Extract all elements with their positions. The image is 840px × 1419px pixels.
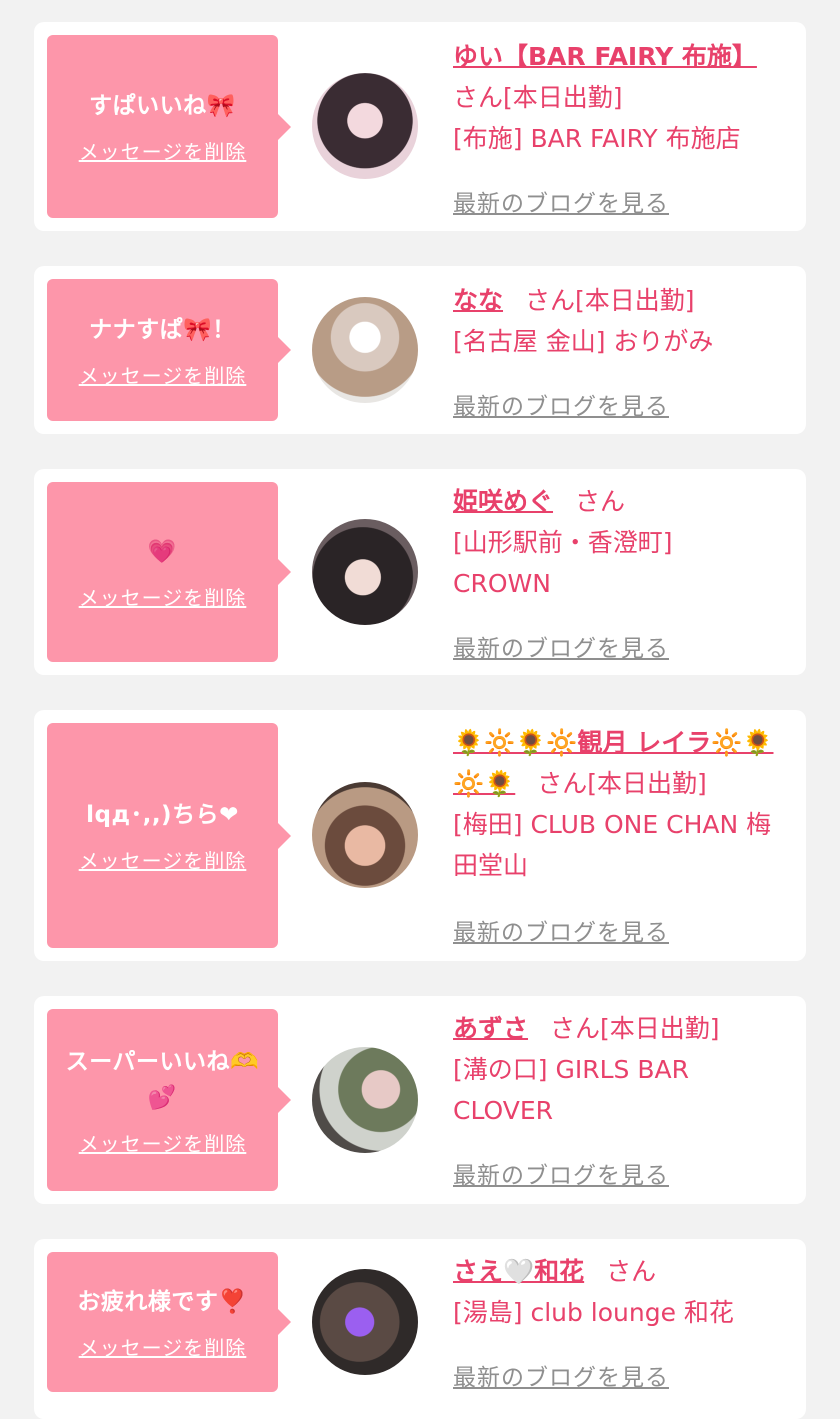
message-card: 💗 メッセージを削除 姫咲めぐ さん [山形駅前・香澄町] CROWN 最新のブロ… bbox=[34, 469, 806, 675]
message-bubble: ナナすぱ🎀！ メッセージを削除 bbox=[47, 279, 291, 421]
latest-blog-link[interactable]: 最新のブログを見る bbox=[453, 629, 669, 663]
latest-blog-link[interactable]: 最新のブログを見る bbox=[453, 1156, 669, 1190]
message-bubble: すぱいいね🎀 メッセージを削除 bbox=[47, 35, 291, 218]
avatar[interactable] bbox=[312, 782, 418, 888]
message-text: すぱいいね🎀 bbox=[89, 93, 236, 119]
delete-message-link[interactable]: メッセージを削除 bbox=[79, 1332, 247, 1361]
honorific: さん bbox=[550, 1014, 601, 1043]
message-card: お疲れ様です❣️ メッセージを削除 さえ🤍和花 さん [湯島] club loun… bbox=[34, 1239, 806, 1419]
latest-blog-link[interactable]: 最新のブログを見る bbox=[453, 1358, 669, 1392]
message-bubble: lqд･,,)ちら❤ メッセージを削除 bbox=[47, 723, 291, 948]
delete-message-link[interactable]: メッセージを削除 bbox=[79, 360, 247, 389]
delete-message-link[interactable]: メッセージを削除 bbox=[79, 582, 247, 611]
cast-info: さえ🤍和花 さん [湯島] club lounge 和花 bbox=[453, 1251, 788, 1333]
store-name: [山形駅前・香澄町] CROWN bbox=[453, 528, 673, 598]
message-text: ナナすぱ🎀！ bbox=[89, 316, 236, 343]
honorific: さん bbox=[606, 1257, 657, 1286]
honorific: さん bbox=[453, 83, 504, 112]
delete-message-link[interactable]: メッセージを削除 bbox=[79, 845, 247, 874]
cast-info: 姫咲めぐ さん [山形駅前・香澄町] CROWN bbox=[453, 481, 788, 604]
cast-name-link[interactable]: あずさ bbox=[453, 1014, 528, 1043]
avatar[interactable] bbox=[312, 297, 418, 403]
latest-blog-link[interactable]: 最新のブログを見る bbox=[453, 913, 669, 947]
message-card: ナナすぱ🎀！ メッセージを削除 なな さん[本日出勤] [名古屋 金山] おりがみ… bbox=[34, 266, 806, 434]
honorific: さん bbox=[525, 286, 576, 315]
status-badge: [本日出勤] bbox=[503, 83, 623, 112]
store-name: [名古屋 金山] おりがみ bbox=[453, 327, 714, 356]
status-badge: [本日出勤] bbox=[587, 769, 707, 798]
cast-info: ゆい【BAR FAIRY 布施】さん[本日出勤] [布施] BAR FAIRY … bbox=[453, 36, 788, 159]
delete-message-link[interactable]: メッセージを削除 bbox=[79, 136, 247, 165]
cast-name-link[interactable]: 姫咲めぐ bbox=[453, 487, 553, 516]
store-name: [布施] BAR FAIRY 布施店 bbox=[453, 124, 741, 153]
message-text: スーパーいいね🫶💕 bbox=[65, 1048, 260, 1111]
cast-info: 🌻🔆🌻🔆観月 レイラ🔆🌻🔆🌻 さん[本日出勤] [梅田] CLUB ONE CHA… bbox=[453, 722, 788, 886]
message-card: すぱいいね🎀 メッセージを削除 ゆい【BAR FAIRY 布施】さん[本日出勤]… bbox=[34, 22, 806, 231]
store-name: [湯島] club lounge 和花 bbox=[453, 1298, 734, 1327]
message-text: お疲れ様です❣️ bbox=[77, 1288, 248, 1315]
message-bubble: スーパーいいね🫶💕 メッセージを削除 bbox=[47, 1009, 291, 1191]
cast-name-link[interactable]: ゆい【BAR FAIRY 布施】 bbox=[453, 42, 757, 71]
message-text: 💗 bbox=[147, 538, 178, 565]
cast-name-link[interactable]: なな bbox=[453, 286, 503, 315]
avatar[interactable] bbox=[312, 519, 418, 625]
message-card: lqд･,,)ちら❤ メッセージを削除 🌻🔆🌻🔆観月 レイラ🔆🌻🔆🌻 さん[本日出… bbox=[34, 710, 806, 961]
message-bubble: お疲れ様です❣️ メッセージを削除 bbox=[47, 1252, 291, 1392]
status-badge: [本日出勤] bbox=[575, 286, 695, 315]
cast-info: あずさ さん[本日出勤] [溝の口] GIRLS BAR CLOVER bbox=[453, 1008, 788, 1131]
cast-info: なな さん[本日出勤] [名古屋 金山] おりがみ bbox=[453, 280, 788, 362]
avatar[interactable] bbox=[312, 1047, 418, 1153]
cast-name-link[interactable]: さえ🤍和花 bbox=[453, 1257, 584, 1286]
message-text: lqд･,,)ちら❤ bbox=[86, 802, 239, 828]
latest-blog-link[interactable]: 最新のブログを見る bbox=[453, 184, 669, 218]
store-name: [梅田] CLUB ONE CHAN 梅田堂山 bbox=[453, 810, 772, 880]
store-name: [溝の口] GIRLS BAR CLOVER bbox=[453, 1055, 689, 1125]
delete-message-link[interactable]: メッセージを削除 bbox=[79, 1128, 247, 1157]
message-card: スーパーいいね🫶💕 メッセージを削除 あずさ さん[本日出勤] [溝の口] GIR… bbox=[34, 996, 806, 1204]
honorific: さん bbox=[537, 769, 588, 798]
honorific: さん bbox=[575, 487, 626, 516]
latest-blog-link[interactable]: 最新のブログを見る bbox=[453, 387, 669, 421]
avatar[interactable] bbox=[312, 1269, 418, 1375]
avatar[interactable] bbox=[312, 73, 418, 179]
status-badge: [本日出勤] bbox=[600, 1014, 720, 1043]
message-bubble: 💗 メッセージを削除 bbox=[47, 482, 291, 662]
